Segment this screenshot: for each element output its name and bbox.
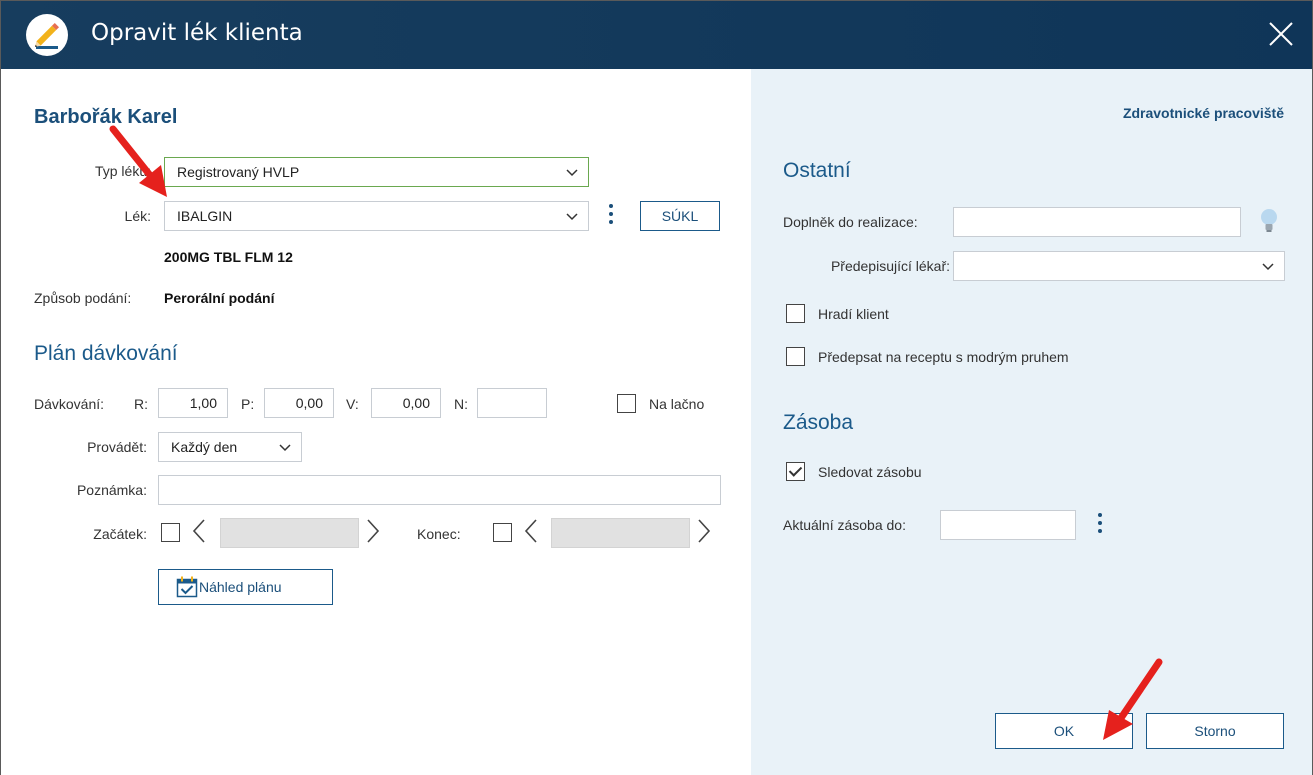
left-panel: Barbořák Karel Typ léku: Registrovaný HV…	[1, 69, 751, 775]
na-lacno-label: Na lačno	[649, 396, 705, 412]
chevron-down-icon	[566, 169, 578, 177]
konec-label: Konec:	[417, 526, 461, 542]
davkovani-p-label: P:	[241, 396, 255, 412]
provadet-select[interactable]: Každý den	[158, 432, 302, 462]
konec-checkbox[interactable]	[493, 523, 512, 542]
zasoba-more-icon[interactable]	[1097, 513, 1103, 535]
title-bar: Opravit lék klienta	[1, 1, 1312, 69]
chevron-down-icon	[279, 444, 291, 452]
typ-leku-select[interactable]: Registrovaný HVLP	[164, 157, 589, 187]
doplnek-input[interactable]	[953, 207, 1241, 237]
davkovani-p-input[interactable]: 0,00	[264, 388, 334, 418]
ostatni-section-title: Ostatní	[783, 159, 851, 182]
zacatek-date-input[interactable]	[220, 518, 359, 548]
pencil-icon	[26, 14, 68, 56]
zasoba-section-title: Zásoba	[783, 411, 854, 434]
plan-section-title: Plán dávkování	[34, 342, 178, 365]
lek-label: Lék:	[124, 208, 151, 224]
provadet-value: Každý den	[171, 439, 238, 455]
davkovani-r-label: R:	[134, 396, 148, 412]
calendar-check-icon	[176, 576, 198, 598]
sukl-button[interactable]: SÚKL	[640, 201, 720, 231]
zpusob-podani-value: Perorální podání	[164, 290, 275, 306]
right-panel: Zdravotnické pracoviště Ostatní Doplněk …	[751, 69, 1312, 775]
doplnek-label: Doplněk do realizace:	[783, 214, 918, 230]
lek-select[interactable]: IBALGIN	[164, 201, 589, 231]
davkovani-n-input[interactable]	[477, 388, 547, 418]
edit-medication-dialog: Opravit lék klienta Barbořák Karel Typ l…	[0, 0, 1313, 775]
chevron-left-icon[interactable]	[191, 518, 207, 544]
lightbulb-icon[interactable]	[1258, 207, 1280, 235]
workplace-link[interactable]: Zdravotnické pracoviště	[1123, 105, 1284, 121]
aktualni-zasoba-input[interactable]	[940, 510, 1076, 540]
zacatek-checkbox[interactable]	[161, 523, 180, 542]
provadet-label: Provádět:	[87, 439, 147, 455]
konec-date-input[interactable]	[551, 518, 690, 548]
dialog-title: Opravit lék klienta	[91, 20, 303, 46]
chevron-down-icon	[1262, 263, 1274, 271]
chevron-right-icon[interactable]	[365, 518, 381, 544]
hradi-klient-checkbox[interactable]	[786, 304, 805, 323]
chevron-down-icon	[566, 213, 578, 221]
chevron-left-icon[interactable]	[523, 518, 539, 544]
zacatek-label: Začátek:	[93, 526, 147, 542]
sledovat-zasobu-checkbox[interactable]	[786, 462, 805, 481]
na-lacno-checkbox[interactable]	[617, 394, 636, 413]
davkovani-label: Dávkování:	[34, 396, 105, 412]
chevron-right-icon[interactable]	[696, 518, 712, 544]
lek-more-icon[interactable]	[608, 204, 614, 226]
modry-pruh-label: Předepsat na receptu s modrým pruhem	[818, 349, 1069, 365]
poznamka-input[interactable]	[158, 475, 721, 505]
aktualni-zasoba-label: Aktuální zásoba do:	[783, 517, 906, 533]
nahled-planu-button[interactable]: Náhled plánu	[158, 569, 333, 605]
predepisujici-select[interactable]	[953, 251, 1285, 281]
typ-leku-value: Registrovaný HVLP	[177, 164, 300, 180]
davkovani-v-label: V:	[346, 396, 359, 412]
annotation-arrow	[109, 125, 167, 197]
predepisujici-label: Předepisující lékař:	[830, 258, 950, 274]
nahled-planu-label: Náhled plánu	[199, 579, 282, 595]
close-icon[interactable]	[1266, 19, 1296, 49]
hradi-klient-label: Hradí klient	[818, 306, 889, 322]
zpusob-podani-label: Způsob podání:	[34, 290, 132, 306]
lek-value: IBALGIN	[177, 208, 233, 224]
davkovani-n-label: N:	[454, 396, 468, 412]
modry-pruh-checkbox[interactable]	[786, 347, 805, 366]
davkovani-r-input[interactable]: 1,00	[158, 388, 228, 418]
sledovat-zasobu-label: Sledovat zásobu	[818, 464, 922, 480]
annotation-arrow	[1103, 658, 1163, 740]
davkovani-v-input[interactable]: 0,00	[371, 388, 441, 418]
lek-detail: 200MG TBL FLM 12	[164, 249, 293, 265]
poznamka-label: Poznámka:	[76, 482, 147, 498]
